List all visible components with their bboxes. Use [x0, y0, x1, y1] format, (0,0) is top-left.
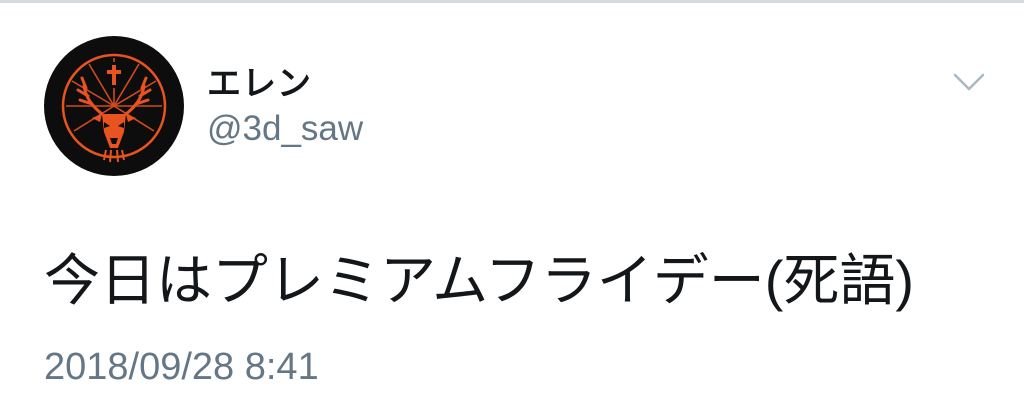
- avatar[interactable]: [44, 36, 184, 176]
- author-display-name[interactable]: エレン: [207, 56, 312, 105]
- tweet-card: エレン @3d_saw 今日はプレミアムフライデー(死語) 2018/09/28…: [0, 0, 1024, 414]
- stag-logo-icon: [50, 42, 178, 170]
- tweet-text: 今日はプレミアムフライデー(死語): [44, 249, 915, 312]
- tweet-timestamp[interactable]: 2018/09/28 8:41: [44, 346, 319, 389]
- chevron-down-icon[interactable]: [951, 70, 987, 94]
- author-handle[interactable]: @3d_saw: [207, 109, 363, 149]
